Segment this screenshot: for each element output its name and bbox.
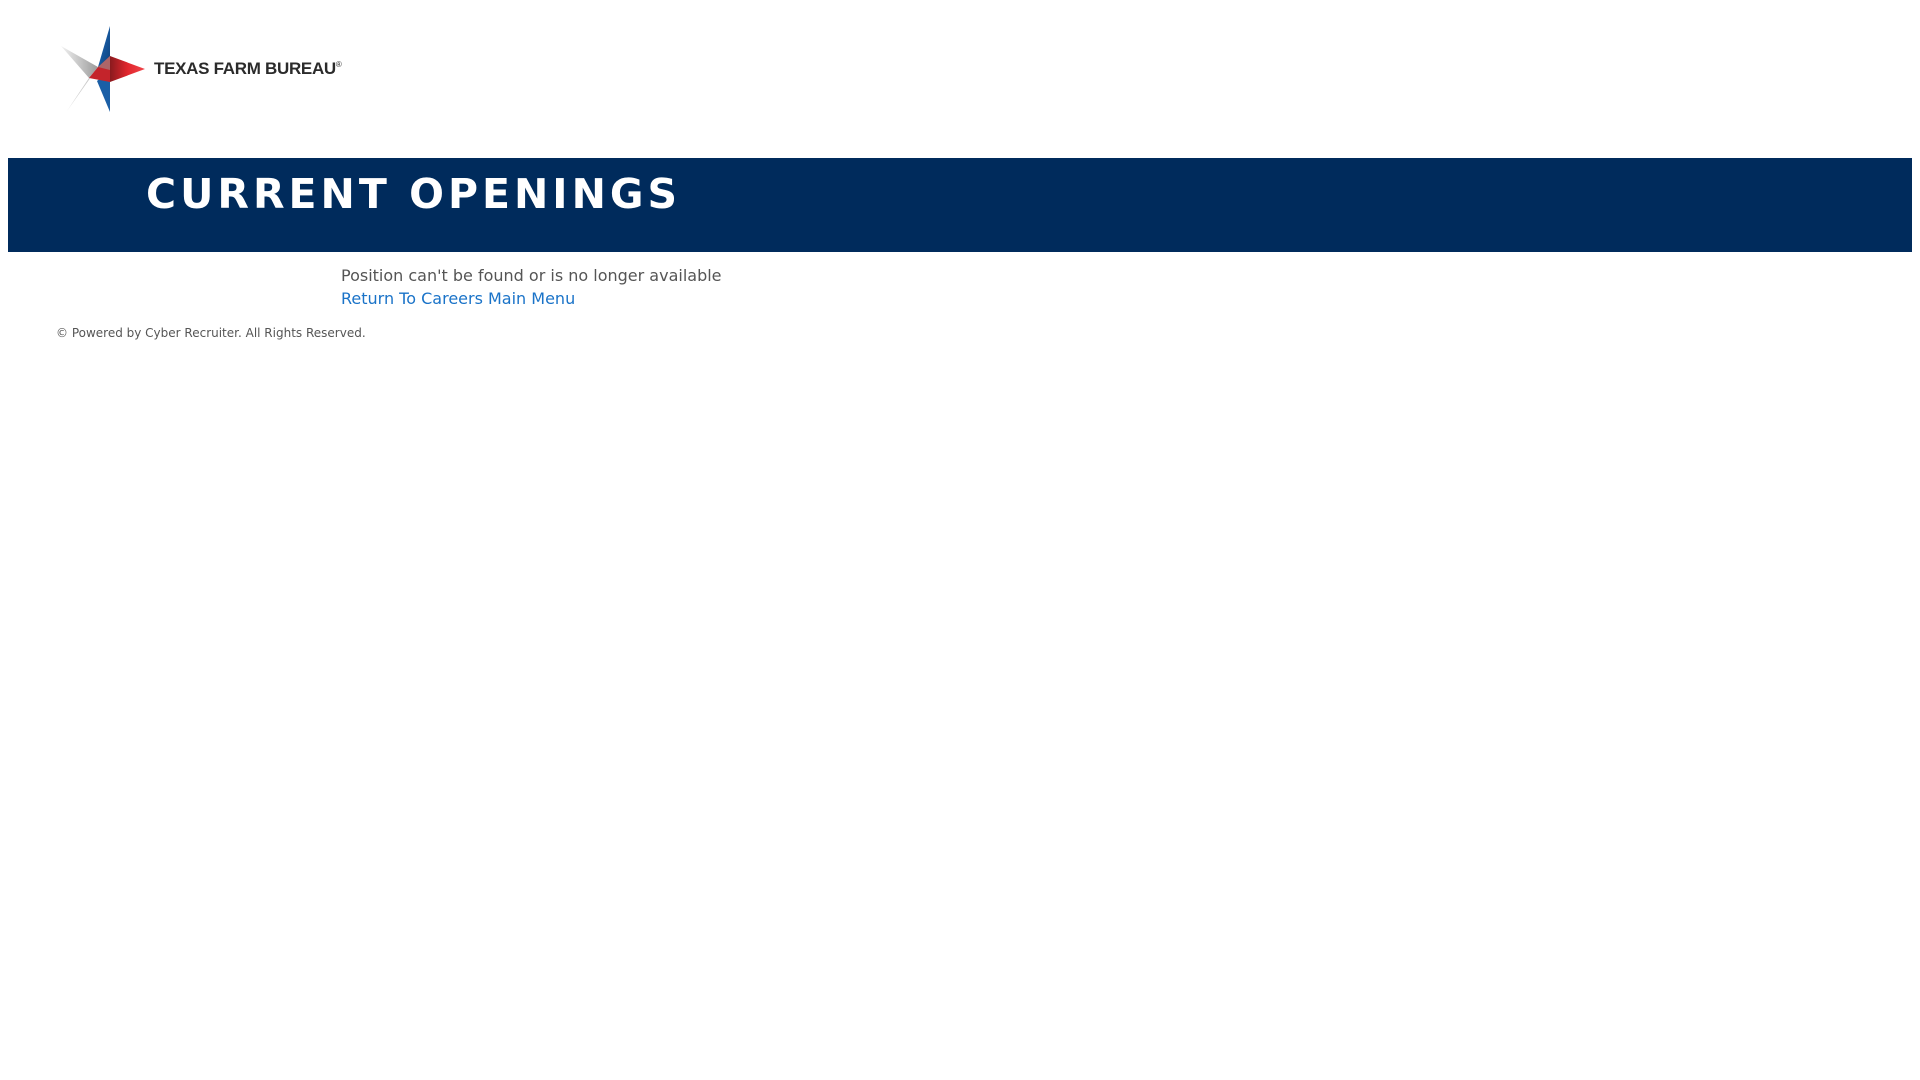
not-found-message: Position can't be found or is no longer … — [341, 266, 722, 285]
footer-copyright: © Powered by Cyber Recruiter. All Rights… — [56, 326, 366, 340]
logo-wordmark: TEXAS FARM BUREAU® — [154, 59, 342, 78]
page: TEXAS FARM BUREAU® CURRENT OPENINGS Posi… — [0, 0, 1920, 1080]
page-title: CURRENT OPENINGS — [146, 170, 682, 218]
page-banner: CURRENT OPENINGS — [8, 158, 1912, 252]
main-content: Position can't be found or is no longer … — [341, 264, 722, 310]
texas-star-logo-icon — [61, 26, 145, 112]
company-logo[interactable]: TEXAS FARM BUREAU® — [61, 26, 342, 112]
registered-mark: ® — [335, 60, 342, 69]
return-to-careers-link[interactable]: Return To Careers Main Menu — [341, 287, 575, 310]
